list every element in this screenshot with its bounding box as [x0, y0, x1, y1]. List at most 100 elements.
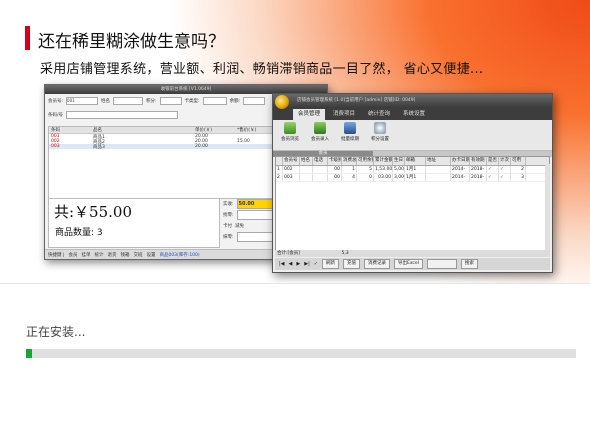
points-settings-icon — [374, 122, 386, 134]
pos-footer-item: 挂单 — [81, 252, 91, 258]
pos-col-price: 单价(￥) — [195, 128, 213, 133]
member-add-icon — [314, 122, 326, 134]
headline: 还在稀里糊涂做生意吗？ — [38, 32, 225, 52]
pos-total: 共:￥55.00 — [54, 203, 132, 221]
pos-label-points: 积分: — [146, 99, 157, 104]
pos-cell-code: 003 — [51, 144, 60, 149]
member-cell — [313, 166, 328, 173]
member-tool: 会员录入 — [308, 122, 332, 142]
member-summary-row: 合计:[会员] 5,3 — [275, 250, 550, 257]
member-cell: 003 — [283, 174, 300, 181]
pos-change-label: 找零: — [223, 212, 234, 218]
pos-label-card: 卡类型: — [184, 99, 200, 104]
member-grid-scrollbar — [545, 164, 550, 250]
member-cell: 2 — [276, 174, 283, 181]
headline-accent-bar — [25, 26, 30, 50]
pos-receivable-label: 实收: — [223, 201, 234, 207]
prev-record-icon: ◀ — [288, 261, 293, 267]
member-browse-icon — [284, 122, 296, 134]
member-col: 会员号 — [283, 157, 300, 165]
pos-quantity: 商品数量: 3 — [55, 228, 103, 238]
member-cell: 1 — [342, 166, 357, 173]
member-grid-corner — [276, 157, 283, 165]
pos-member-field: 001 — [66, 97, 99, 105]
member-col: 卡级别 — [329, 157, 342, 165]
pos-footer-item: 设置 — [146, 252, 156, 258]
member-title: 店铺会员管理系统 [1.0]当前用户:[admin] 店铺[ID: 0049] — [297, 98, 416, 103]
member-check: ✓ — [487, 174, 499, 181]
member-col: 电话 — [313, 157, 328, 165]
app-logo-icon — [275, 95, 289, 109]
member-tool-label: 会员浏览 — [281, 137, 299, 142]
pos-footer-item: 交班 — [133, 252, 143, 258]
member-cell: 1月1 — [405, 166, 426, 173]
pos-cell-name: 商品3 — [93, 145, 105, 150]
pos-label-balance: 余额: — [229, 99, 241, 104]
member-col: 可用 — [511, 157, 526, 165]
pos-footer-item: 钱箱 — [120, 252, 130, 258]
member-summary-value: 5,3 — [341, 251, 349, 256]
member-row: 1 002 00 1 5 1,53.00 5,00 1月1 2014- 2018… — [276, 166, 549, 174]
first-record-icon: |◀ — [279, 261, 285, 267]
member-grid-header: 会员号 姓名 电话 卡级别 消费总计 可用余额 累计金额 生日 邮箱 地址 办卡… — [276, 157, 549, 166]
member-cell — [426, 166, 451, 173]
member-cell: 1月1 — [405, 174, 426, 181]
member-col: 办卡日期 — [452, 157, 470, 165]
member-col: 计次 — [500, 157, 511, 165]
member-cell: 2018- — [470, 174, 487, 181]
pos-footer-item: 退货 — [107, 252, 117, 258]
next-record-icon: ▶ — [296, 261, 301, 267]
consumption-log-button-image: 消费记录 — [363, 259, 390, 269]
member-cell: 002 — [283, 166, 300, 173]
export-excel-button-image: 导出Excel — [393, 259, 423, 269]
installer-banner: 还在稀里糊涂做生意吗？ 采用店铺管理系统，营业额、利润、畅销滞销商品一目了然， … — [0, 0, 590, 284]
member-row: 2 003 00 4 0 03.00 3,00 1月1 2014- 2018- … — [276, 174, 549, 182]
pos-label-member: 会员号: — [48, 99, 64, 104]
member-cell: 2 — [511, 166, 526, 173]
confirm-icon: ✓ — [313, 261, 318, 267]
pos-minus-field — [236, 231, 276, 242]
pos-col-sale: *售价(￥) — [237, 128, 257, 133]
member-titlebar: 店铺会员管理系统 [1.0]当前用户:[admin] 店铺[ID: 0049] — [273, 94, 552, 109]
member-check: ✓ — [499, 174, 511, 181]
member-check: ✓ — [487, 166, 499, 173]
pos-receivable-value: 50.00 — [236, 198, 276, 209]
member-col: 生日 — [394, 157, 405, 165]
pos-points-field — [159, 97, 182, 105]
member-cell: 1 — [276, 166, 283, 173]
subline: 采用店铺管理系统，营业额、利润、畅销滞销商品一目了然， 省心又便捷... — [40, 62, 484, 77]
member-tool-label: 批量续期 — [341, 137, 359, 142]
pos-name-field — [113, 97, 144, 105]
pos-change-field — [236, 209, 276, 220]
member-tool-label: 会员录入 — [311, 137, 329, 142]
pos-total-box: 共:￥55.00 商品数量: 3 — [48, 198, 220, 248]
pos-col-name: 品名 — [93, 128, 102, 133]
member-cell: 4 — [342, 174, 357, 181]
member-cell — [313, 174, 328, 181]
pos-cell-sale — [235, 144, 277, 149]
member-col: 可用余额 — [357, 157, 374, 165]
pos-discount-label: 减免 — [235, 223, 244, 229]
member-window-screenshot: 店铺会员管理系统 [1.0]当前用户:[admin] 店铺[ID: 0049] … — [272, 93, 553, 273]
member-cell: 5,00 — [394, 166, 405, 173]
last-record-icon: ▶| — [304, 261, 310, 267]
member-renew-icon — [344, 122, 356, 134]
member-tab: 系统设置 — [403, 111, 426, 117]
member-cell: 2014- — [451, 174, 470, 181]
member-col: 累计金额 — [375, 157, 393, 165]
pos-minus-label: 抹零: — [223, 234, 234, 240]
member-cell — [426, 174, 451, 181]
pos-cell-price: 20.00 — [195, 144, 208, 149]
member-tool: 积分设置 — [368, 122, 392, 142]
member-cell: 03.00 — [374, 174, 393, 181]
member-tool-label: 积分设置 — [371, 137, 389, 142]
pos-footer-item: 会员 — [68, 252, 78, 258]
pos-balance-field — [243, 97, 266, 105]
member-cell: 0 — [357, 174, 374, 181]
member-check: ✓ — [499, 166, 511, 173]
member-cell — [300, 174, 313, 181]
recharge-button-image: 充值 — [342, 259, 360, 269]
member-tab: 统计查询 — [368, 111, 391, 117]
pos-label-name: 姓名 — [101, 99, 111, 104]
member-cell: 5 — [357, 166, 374, 173]
